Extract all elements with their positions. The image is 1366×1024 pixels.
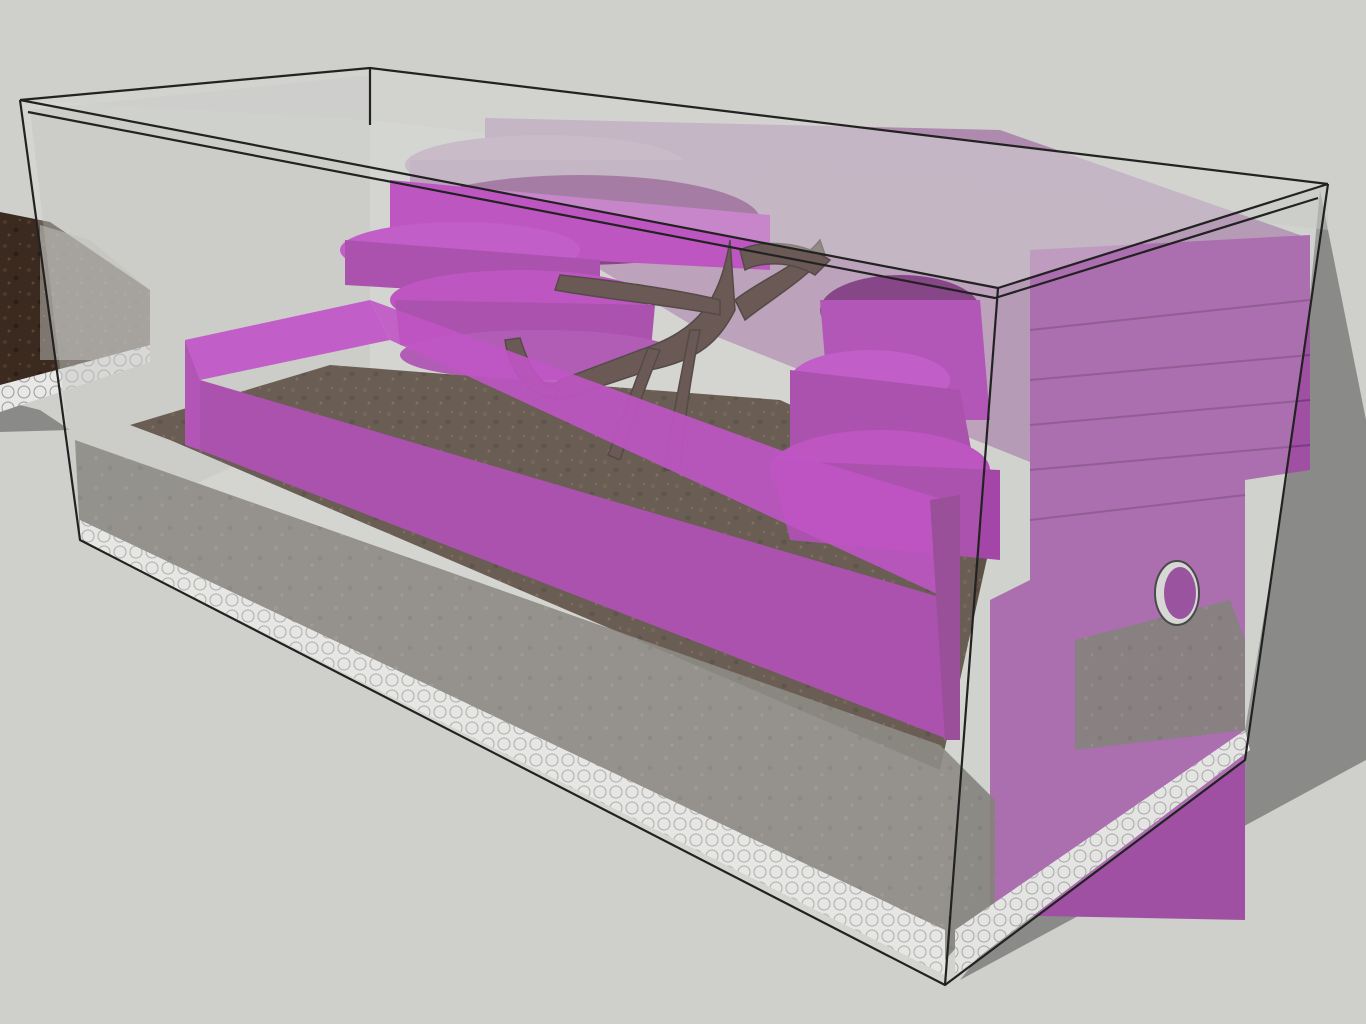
terrarium-scene [0,66,1366,987]
